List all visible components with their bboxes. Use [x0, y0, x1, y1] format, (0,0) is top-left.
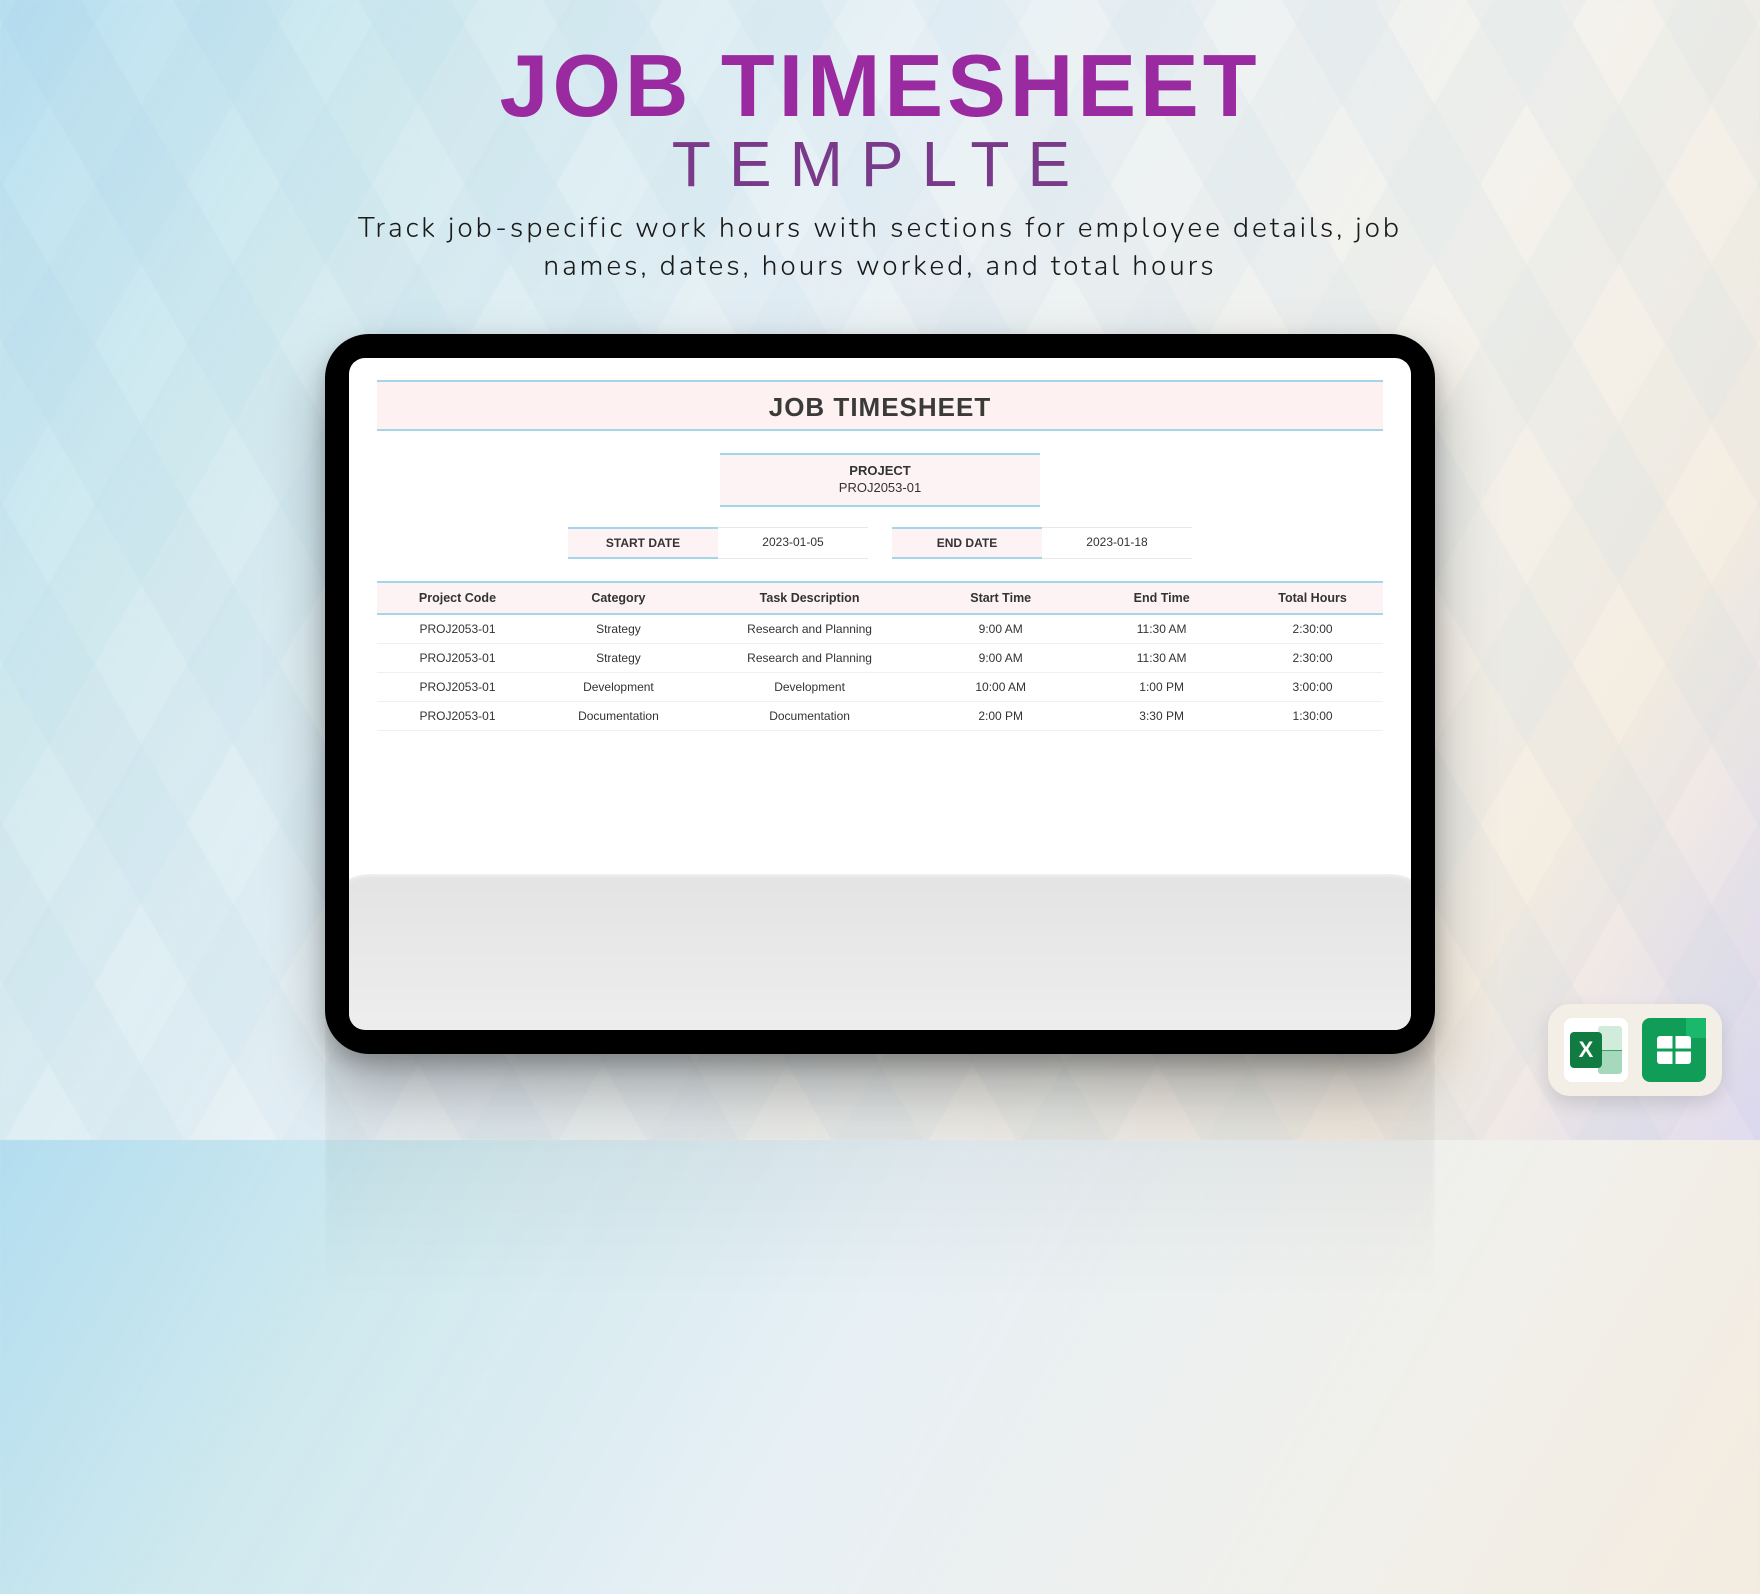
col-start-time: Start Time [920, 583, 1081, 613]
cell-category: Documentation [538, 702, 699, 730]
sheet-title-row: JOB TIMESHEET [377, 380, 1383, 431]
cell-total: 2:30:00 [1242, 615, 1383, 643]
page-subtitle: Track job-specific work hours with secti… [0, 210, 1760, 286]
tablet-mockup: JOB TIMESHEET PROJECT PROJ2053-01 START … [325, 334, 1435, 1054]
end-date-value: 2023-01-18 [1042, 527, 1192, 559]
table-row: PROJ2053-01 Strategy Research and Planni… [377, 615, 1383, 644]
cell-end: 3:30 PM [1081, 702, 1242, 730]
cell-end: 11:30 AM [1081, 644, 1242, 672]
page-title-line2: TEMPLTE [0, 132, 1760, 196]
google-sheets-icon [1642, 1018, 1706, 1082]
excel-x-icon: X [1570, 1032, 1602, 1068]
cell-start: 9:00 AM [920, 644, 1081, 672]
col-project-code: Project Code [377, 583, 538, 613]
cell-end: 11:30 AM [1081, 615, 1242, 643]
project-value: PROJ2053-01 [720, 480, 1040, 495]
cell-task: Research and Planning [699, 615, 920, 643]
cell-start: 9:00 AM [920, 615, 1081, 643]
timesheet-table: Project Code Category Task Description S… [377, 581, 1383, 731]
cell-total: 3:00:00 [1242, 673, 1383, 701]
col-end-time: End Time [1081, 583, 1242, 613]
subtitle-line1: Track job-specific work hours with secti… [358, 209, 1402, 247]
app-icons-badge: X [1548, 1004, 1722, 1096]
start-date-pair: START DATE 2023-01-05 [568, 527, 868, 559]
subtitle-line2: names, dates, hours worked, and total ho… [543, 247, 1216, 285]
col-task-desc: Task Description [699, 583, 920, 613]
cell-end: 1:00 PM [1081, 673, 1242, 701]
page-title-line1: JOB TIMESHEET [0, 42, 1760, 130]
cell-code: PROJ2053-01 [377, 702, 538, 730]
cell-total: 2:30:00 [1242, 644, 1383, 672]
start-date-value: 2023-01-05 [718, 527, 868, 559]
sheets-grid-icon [1657, 1036, 1691, 1064]
end-date-pair: END DATE 2023-01-18 [892, 527, 1192, 559]
project-block: PROJECT PROJ2053-01 [720, 453, 1040, 507]
cell-task: Research and Planning [699, 644, 920, 672]
hero-section: JOB TIMESHEET TEMPLTE Track job-specific… [0, 0, 1760, 286]
cell-task: Development [699, 673, 920, 701]
table-row: PROJ2053-01 Strategy Research and Planni… [377, 644, 1383, 673]
cell-code: PROJ2053-01 [377, 644, 538, 672]
cell-total: 1:30:00 [1242, 702, 1383, 730]
cell-task: Documentation [699, 702, 920, 730]
end-date-label: END DATE [892, 527, 1042, 559]
table-row: PROJ2053-01 Documentation Documentation … [377, 702, 1383, 731]
table-row: PROJ2053-01 Development Development 10:0… [377, 673, 1383, 702]
start-date-label: START DATE [568, 527, 718, 559]
dates-row: START DATE 2023-01-05 END DATE 2023-01-1… [377, 527, 1383, 559]
col-total-hours: Total Hours [1242, 583, 1383, 613]
sheet-title: JOB TIMESHEET [377, 392, 1383, 423]
project-label: PROJECT [720, 463, 1040, 478]
excel-icon: X [1564, 1018, 1628, 1082]
cell-start: 10:00 AM [920, 673, 1081, 701]
cell-category: Strategy [538, 615, 699, 643]
table-header: Project Code Category Task Description S… [377, 581, 1383, 615]
cell-category: Strategy [538, 644, 699, 672]
col-category: Category [538, 583, 699, 613]
cell-start: 2:00 PM [920, 702, 1081, 730]
tablet-reflection [325, 874, 1435, 1594]
cell-category: Development [538, 673, 699, 701]
cell-code: PROJ2053-01 [377, 673, 538, 701]
cell-code: PROJ2053-01 [377, 615, 538, 643]
